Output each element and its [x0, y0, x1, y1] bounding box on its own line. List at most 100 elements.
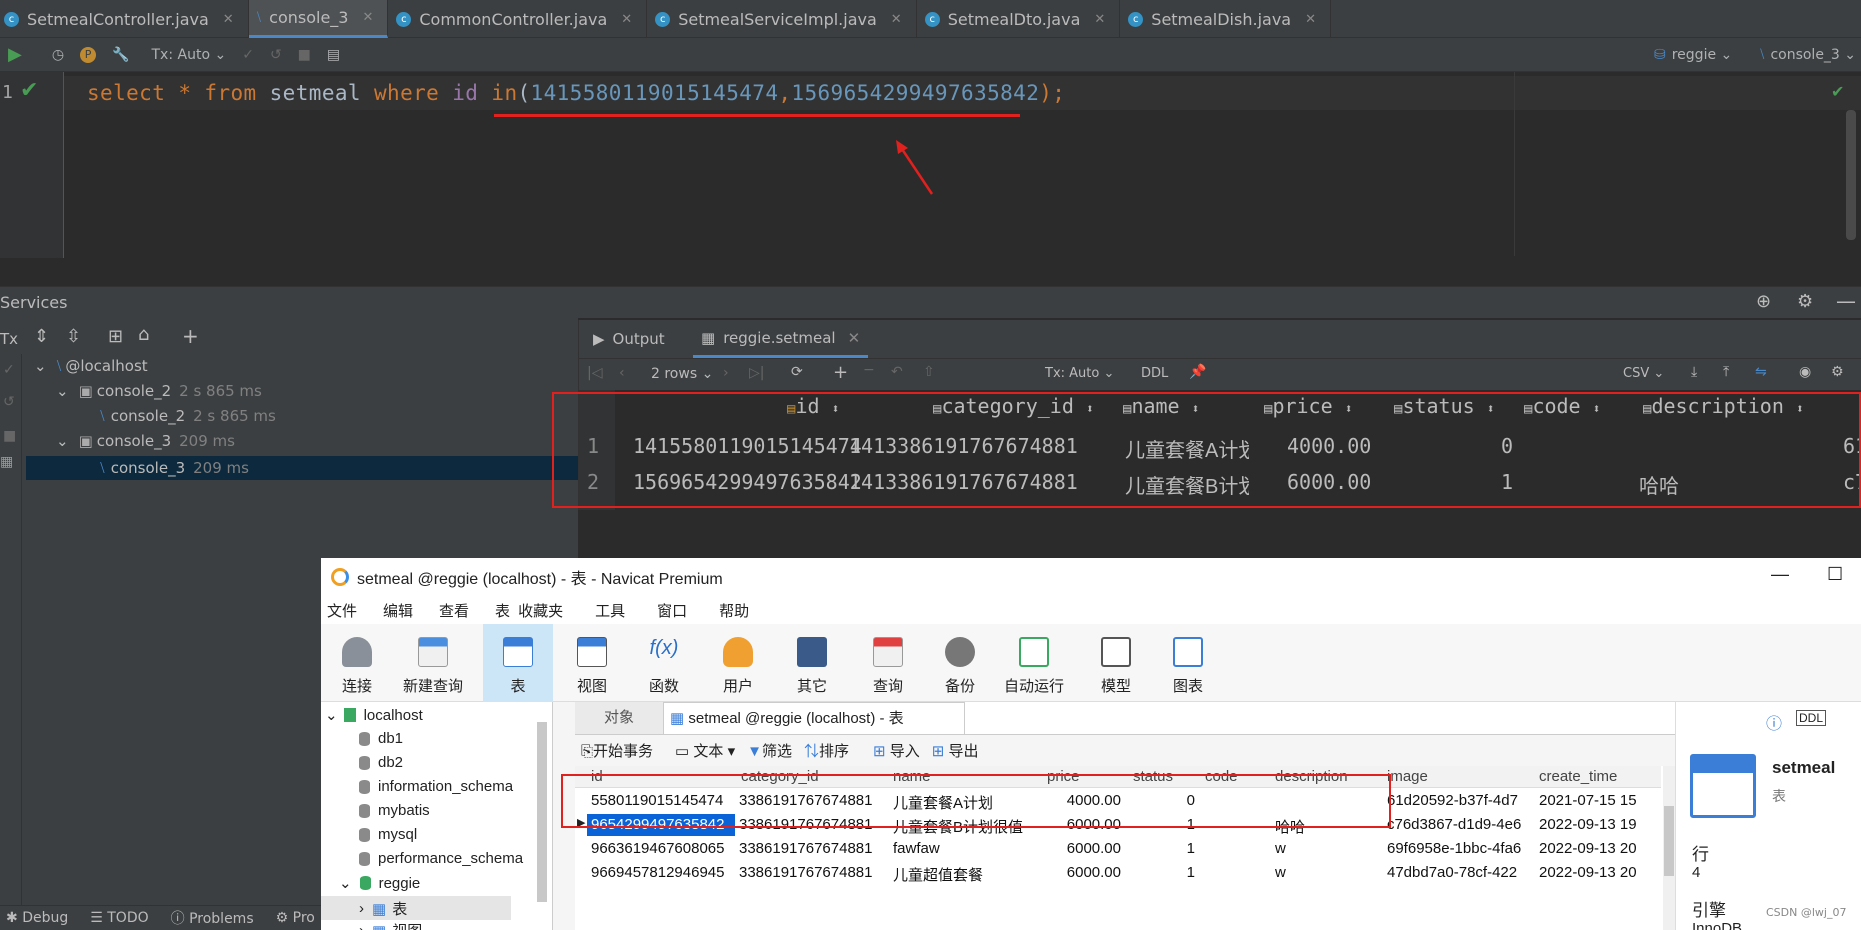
group-icon[interactable]: ⊞ — [108, 326, 123, 347]
tab-reggie-setmeal[interactable]: ▦ reggie.setmeal ✕ — [693, 320, 869, 358]
cell-image[interactable]: 47dbd7a0-78cf-422 — [1387, 864, 1535, 881]
submit-icon[interactable]: ⇧ — [923, 364, 935, 380]
grid-vertical-scrollbar[interactable] — [1663, 766, 1675, 930]
cell-description[interactable]: w — [1275, 864, 1375, 881]
automation-button[interactable]: 自动运行 — [991, 624, 1077, 702]
editor-scrollbar[interactable] — [1846, 110, 1856, 240]
next-page-icon[interactable]: › — [723, 365, 729, 381]
tree-mysql[interactable]: mysql — [359, 826, 417, 843]
refresh-icon[interactable]: ⟳ — [791, 364, 803, 380]
eye-icon[interactable]: ◉ — [1799, 364, 1811, 380]
menu-window[interactable]: 窗口 — [657, 600, 687, 621]
menu-help[interactable]: 帮助 — [719, 600, 749, 621]
tab-setmeal-controller[interactable]: c SetmealController.java ✕ — [0, 0, 249, 38]
menu-edit[interactable]: 编辑 — [383, 600, 413, 621]
tx-mode-select[interactable]: Tx: Auto ⌄ — [1045, 366, 1114, 381]
csv-select[interactable]: CSV ⌄ — [1623, 366, 1664, 381]
cell-category-id[interactable]: 3386191767674881 — [739, 864, 889, 881]
cell-price[interactable]: 6000.00 — [1051, 840, 1121, 857]
tab-console-3[interactable]: ⧵ console_3 ✕ — [248, 0, 389, 38]
cell-description[interactable]: w — [1275, 840, 1375, 857]
minimize-icon[interactable]: — — [1836, 289, 1856, 313]
cell-image[interactable]: c76d3867-d1d9-4e6 — [1387, 816, 1535, 833]
run-icon[interactable]: ▶ — [0, 41, 30, 69]
import-button[interactable]: ⊞ 导入 — [873, 740, 920, 761]
tab-setmeal-dish[interactable]: c SetmealDish.java ✕ — [1120, 0, 1331, 38]
todo-tool[interactable]: ☰ TODO — [90, 910, 148, 926]
prev-page-icon[interactable]: ‹ — [619, 365, 625, 381]
others-button[interactable]: 其它 — [777, 624, 847, 702]
gear-icon[interactable]: ⚙ — [1831, 364, 1844, 380]
first-page-icon[interactable]: |◁ — [587, 365, 602, 381]
scroll-thumb[interactable] — [1664, 806, 1674, 876]
tree-item-console-3[interactable]: ⧵ console_3 209 ms — [100, 456, 249, 480]
tree-information-schema[interactable]: information_schema — [359, 778, 513, 795]
upload-icon[interactable]: ⤒ — [1723, 364, 1729, 380]
chevron-down-icon[interactable]: ⌄ — [56, 432, 69, 450]
column-header-create-time[interactable]: create_time — [1539, 768, 1617, 785]
backup-button[interactable]: 备份 — [925, 624, 995, 702]
history-icon[interactable]: ◷ — [44, 41, 72, 69]
tree-mybatis[interactable]: mybatis — [359, 802, 430, 819]
column-header-image[interactable]: image — [1387, 768, 1428, 785]
tree-views[interactable]: › ▦ 视图 — [359, 920, 422, 930]
tree-db2[interactable]: db2 — [359, 754, 403, 771]
close-icon[interactable]: ✕ — [848, 329, 861, 347]
menu-view[interactable]: 查看 — [439, 600, 469, 621]
query-button[interactable]: 查询 — [853, 624, 923, 702]
close-icon[interactable]: ✕ — [362, 10, 373, 25]
cell-status[interactable]: 1 — [1135, 864, 1195, 881]
view-button[interactable]: 视图 — [557, 624, 627, 702]
maximize-button[interactable]: ☐ — [1827, 564, 1843, 585]
cell-id[interactable]: 9663619467608065 — [591, 840, 733, 857]
model-button[interactable]: 模型 — [1081, 624, 1151, 702]
info-icon[interactable]: ⓘ — [1766, 710, 1782, 734]
cell-category-id[interactable]: 3386191767674881 — [739, 840, 889, 857]
rollback-icon[interactable]: ↺ — [3, 394, 15, 410]
stop-icon[interactable]: ■ — [3, 428, 16, 444]
close-icon[interactable]: ✕ — [621, 12, 632, 27]
tree-tables[interactable]: › ▦ 表 — [359, 898, 407, 919]
cell-create-time[interactable]: 2022-09-13 20 — [1539, 864, 1649, 881]
text-button[interactable]: ▭ 文本 ▾ — [675, 740, 735, 761]
user-button[interactable]: 用户 — [703, 624, 773, 702]
tree-localhost[interactable]: ⌄ localhost — [325, 706, 423, 725]
compare-icon[interactable]: ⇋ — [1755, 364, 1767, 380]
cell-status[interactable]: 1 — [1135, 840, 1195, 857]
profile-icon[interactable]: P — [72, 41, 104, 69]
pin-icon[interactable]: 📌 — [1189, 364, 1206, 380]
chart-button[interactable]: 图表 — [1153, 624, 1223, 702]
stop-icon[interactable]: ■ — [290, 41, 319, 69]
tab-objects[interactable]: 对象 — [575, 702, 663, 734]
cell-image[interactable]: 69f6958e-1bbc-4fa6 — [1387, 840, 1535, 857]
chevron-down-icon[interactable]: ⌄ — [34, 357, 47, 375]
expand-all-icon[interactable]: ⇕ — [34, 326, 49, 347]
check-icon[interactable]: ✓ — [3, 362, 15, 378]
begin-transaction-button[interactable]: ⎘开始事务 — [581, 740, 653, 761]
revert-icon[interactable]: ↶ — [891, 364, 903, 380]
cell-price[interactable]: 6000.00 — [1051, 864, 1121, 881]
remove-row-icon[interactable]: − — [863, 362, 875, 378]
tree-scrollbar[interactable] — [537, 722, 547, 902]
close-icon[interactable]: ✕ — [1305, 12, 1316, 27]
commit-icon[interactable]: ✓ — [234, 41, 262, 69]
add-row-icon[interactable]: + — [833, 362, 848, 383]
filter-button[interactable]: ▼筛选 — [747, 740, 792, 761]
ddl-button[interactable]: DDL — [1141, 366, 1168, 381]
collapse-all-icon[interactable]: ⇳ — [66, 326, 81, 347]
close-icon[interactable]: ✕ — [891, 12, 902, 27]
tree-item-localhost[interactable]: ⌄ ⧵ @localhost — [34, 354, 148, 378]
tree-reggie[interactable]: ⌄ reggie — [339, 874, 420, 893]
cell-name[interactable]: 儿童超值套餐 — [893, 864, 1043, 885]
tree-item-console-2-session[interactable]: ⌄ ▣ console_2 2 s 865 ms — [56, 379, 262, 403]
new-query-button[interactable]: 新建查询 — [388, 624, 478, 702]
debug-tool[interactable]: ✱ Debug — [6, 910, 68, 926]
tree-item-console-3-session[interactable]: ⌄ ▣ console_3 209 ms — [56, 429, 235, 453]
tree-item-console-2[interactable]: ⧵ console_2 2 s 865 ms — [100, 404, 276, 428]
chevron-down-icon[interactable]: ⌄ — [325, 706, 338, 724]
chevron-down-icon[interactable]: ⌄ — [339, 874, 352, 892]
connect-button[interactable]: 连接 — [322, 624, 392, 702]
table-button[interactable]: 表 — [483, 624, 553, 702]
layout-icon[interactable]: ⌂ — [138, 324, 149, 345]
menu-table[interactable]: 表 — [495, 600, 510, 621]
